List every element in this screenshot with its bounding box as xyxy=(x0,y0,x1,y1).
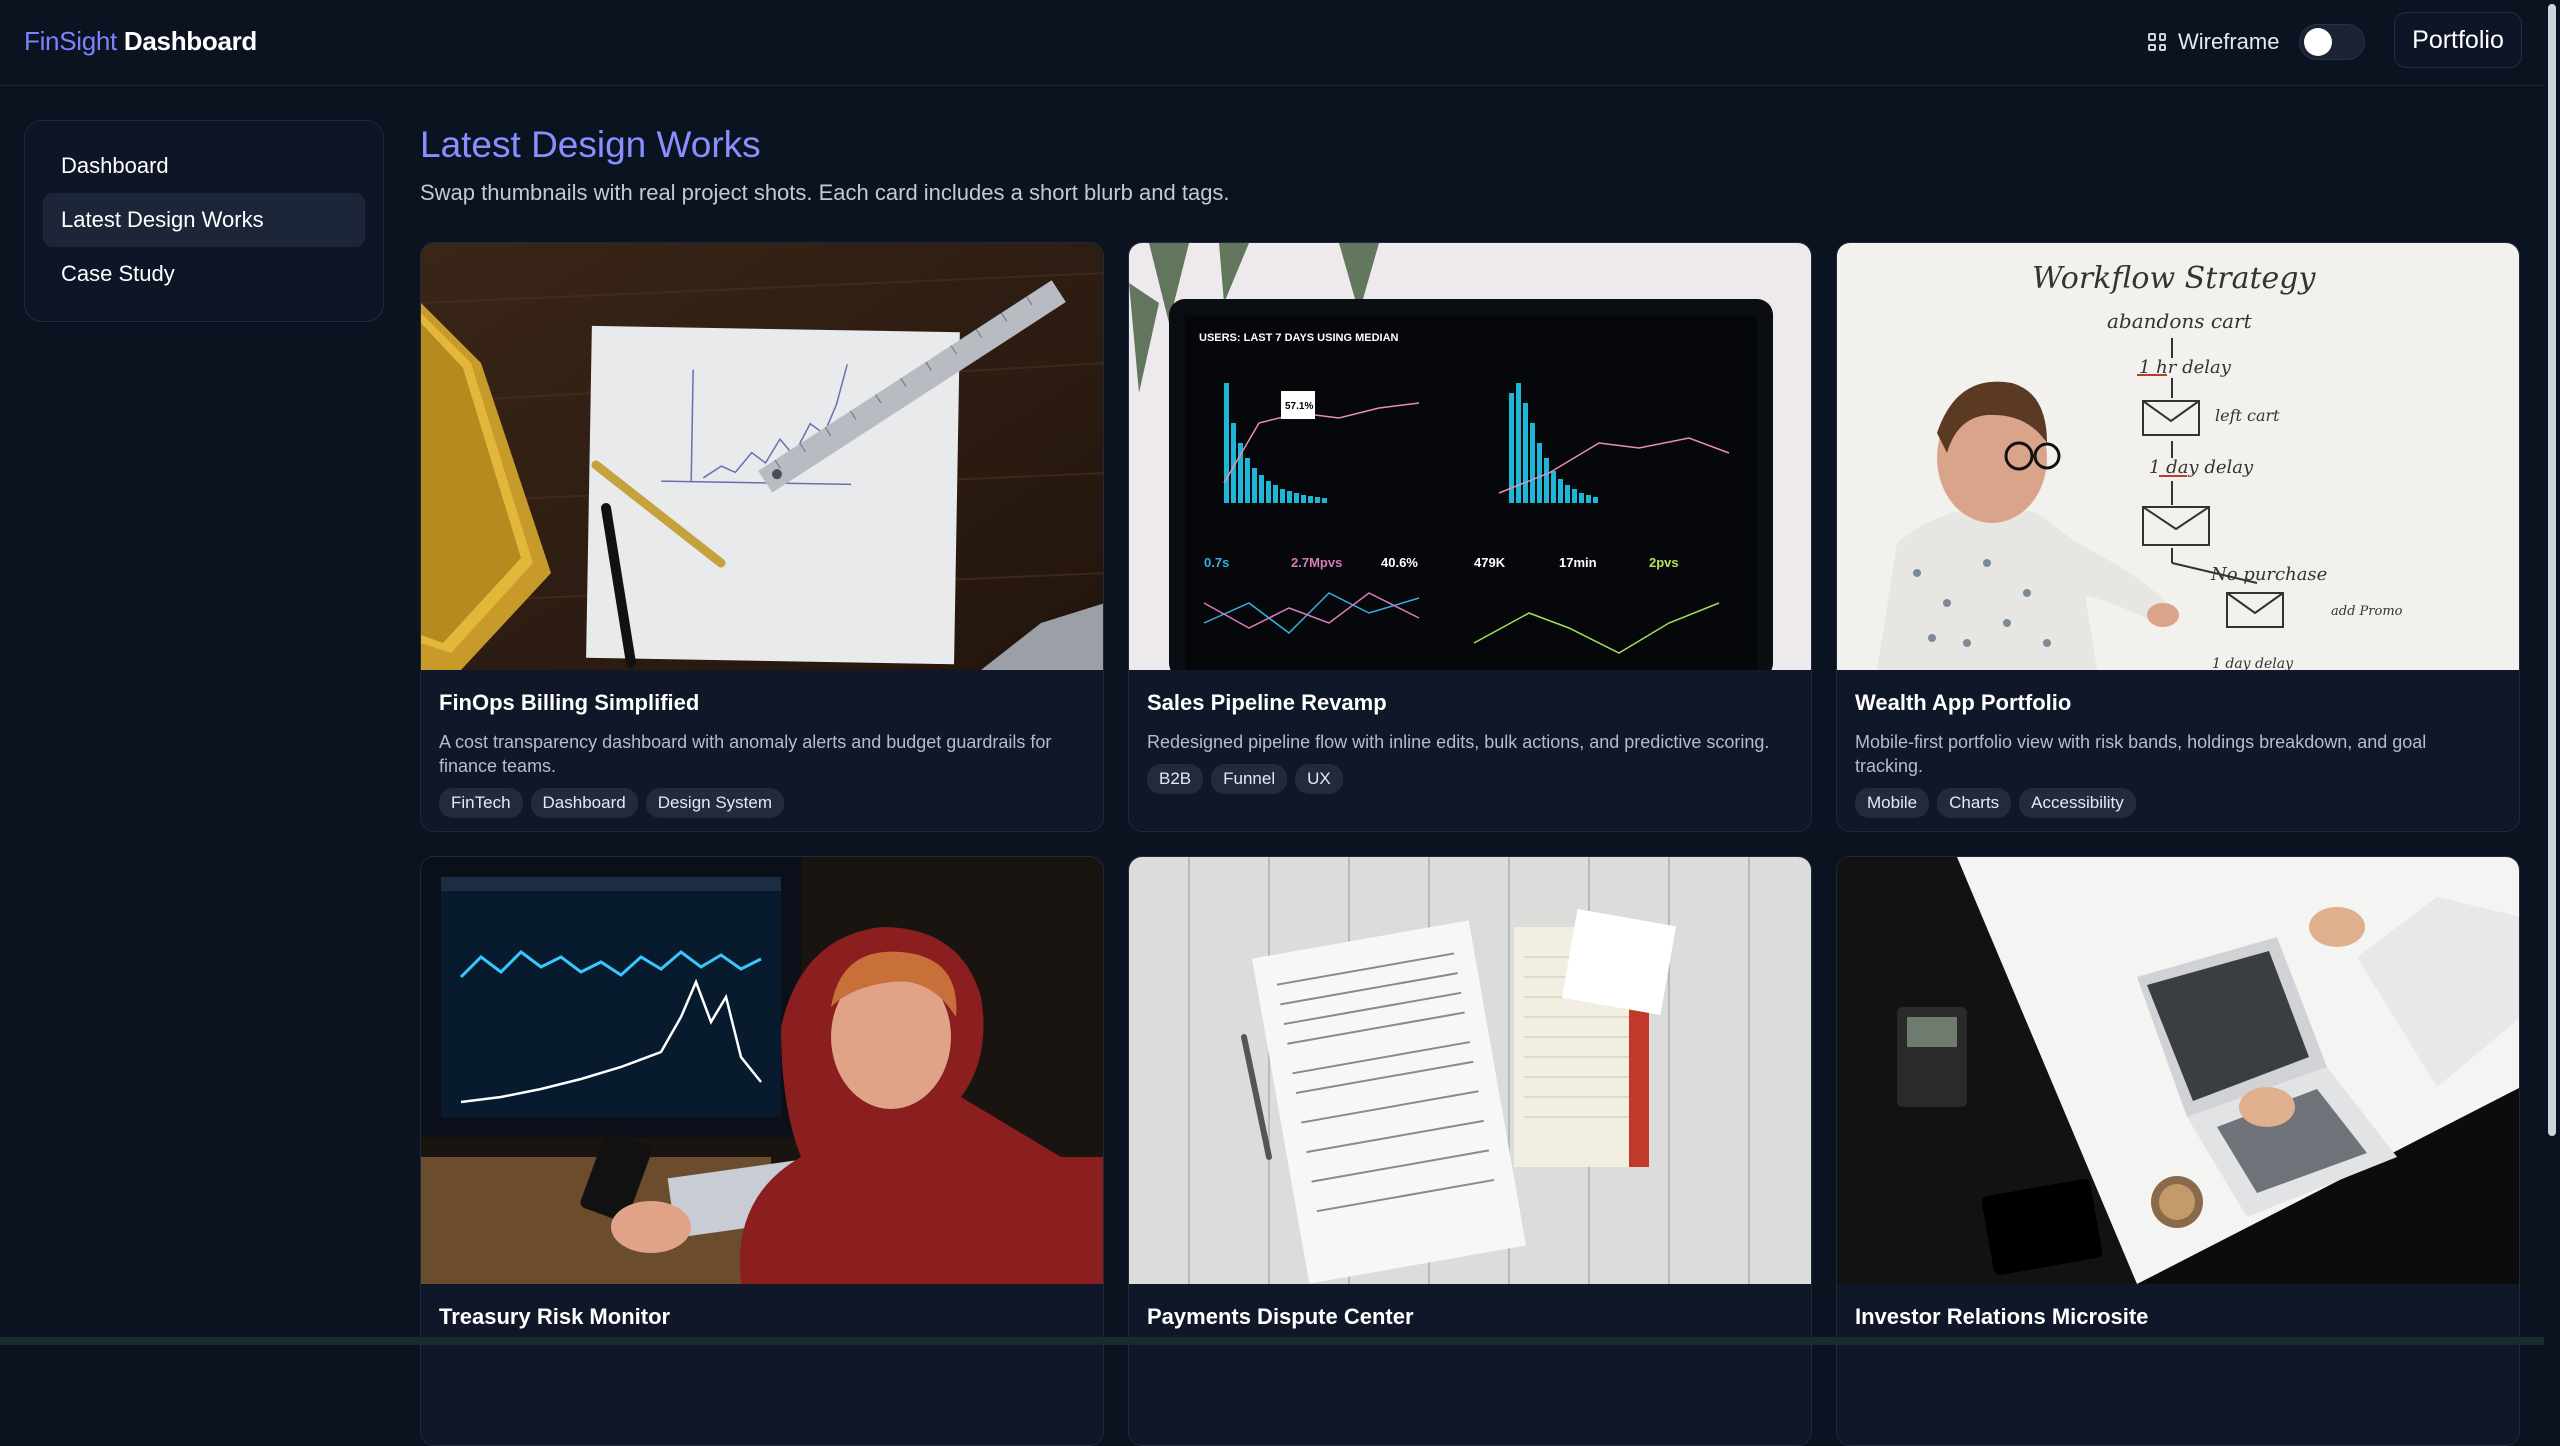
card-title: Payments Dispute Center xyxy=(1147,1304,1414,1329)
bottom-border xyxy=(0,1337,2544,1345)
tag[interactable]: Charts xyxy=(1937,788,2012,818)
sales-thumb-metric: 17min xyxy=(1559,555,1597,570)
whiteboard-line: add Promo xyxy=(2331,604,2403,619)
scrollbar[interactable] xyxy=(2544,0,2560,1345)
sales-thumb-callout: 57.1% xyxy=(1285,401,1313,412)
sidebar-item-dashboard[interactable]: Dashboard xyxy=(43,139,365,193)
sidebar-item-case-study[interactable]: Case Study xyxy=(43,247,365,301)
whiteboard-line: No purchase xyxy=(2210,564,2327,585)
card-description: Redesigned pipeline flow with inline edi… xyxy=(1147,732,1770,752)
design-works-grid: FinOps Billing Simplified A cost transpa… xyxy=(420,242,2520,1446)
sidebar: Dashboard Latest Design Works Case Study xyxy=(24,120,384,322)
work-card[interactable]: Investor Relations Microsite xyxy=(1836,856,2520,1446)
card-tags: FinTech Dashboard Design System xyxy=(439,788,1085,818)
whiteboard-line: Workflow Strategy xyxy=(2032,261,2317,296)
card-title: Treasury Risk Monitor xyxy=(439,1304,671,1329)
whiteboard-line: left cart xyxy=(2215,406,2280,425)
brand-rest: Dashboard xyxy=(116,26,258,56)
grid-icon xyxy=(2148,33,2166,51)
analytics-monitor-photo: USERS: LAST 7 DAYS USING MEDIAN 57.1% 0.… xyxy=(1129,243,1811,670)
card-title: Sales Pipeline Revamp xyxy=(1147,690,1387,715)
work-card[interactable]: Treasury Risk Monitor xyxy=(420,856,1104,1446)
wireframe-label: Wireframe xyxy=(2178,29,2280,54)
trader-monitor-photo xyxy=(421,857,1103,1284)
work-card[interactable]: USERS: LAST 7 DAYS USING MEDIAN 57.1% 0.… xyxy=(1128,242,1812,832)
tag[interactable]: Accessibility xyxy=(2019,788,2136,818)
work-card[interactable]: Payments Dispute Center xyxy=(1128,856,1812,1446)
sales-thumb-metric: 2.7Mpvs xyxy=(1291,555,1342,570)
brand-accent: FinSight xyxy=(24,26,117,56)
card-thumbnail: USERS: LAST 7 DAYS USING MEDIAN 57.1% 0.… xyxy=(1129,243,1811,670)
brand-logo[interactable]: FinSight Dashboard xyxy=(24,26,257,57)
whiteboard-line: 1 day delay xyxy=(2149,457,2254,478)
card-description: Mobile-first portfolio view with risk ba… xyxy=(1855,732,2427,776)
portfolio-button[interactable]: Portfolio xyxy=(2394,12,2522,68)
work-card[interactable]: Workflow Strategy abandons cart 1 hr del… xyxy=(1836,242,2520,832)
tag[interactable]: B2B xyxy=(1147,764,1204,794)
tag[interactable]: FinTech xyxy=(439,788,523,818)
sales-thumb-metric: 2pvs xyxy=(1649,555,1679,570)
wireframe-toggle[interactable] xyxy=(2299,24,2366,60)
sidebar-item-latest-design-works[interactable]: Latest Design Works xyxy=(43,193,365,247)
sales-thumb-metric: 0.7s xyxy=(1204,555,1229,570)
tag[interactable]: Dashboard xyxy=(530,788,638,818)
card-thumbnail xyxy=(1837,857,2519,1284)
card-thumbnail: Workflow Strategy abandons cart 1 hr del… xyxy=(1837,243,2519,670)
card-title: Wealth App Portfolio xyxy=(1855,690,2072,715)
sales-thumb-metric: 479K xyxy=(1474,555,1506,570)
whiteboard-line: 1 day delay xyxy=(2212,656,2294,670)
tag[interactable]: UX xyxy=(1295,764,1343,794)
scrollbar-thumb[interactable] xyxy=(2548,4,2556,1136)
tag[interactable]: Funnel xyxy=(1211,764,1288,794)
laptop-desk-photo xyxy=(1837,857,2519,1284)
top-bar: FinSight Dashboard Wireframe Portfolio xyxy=(0,0,2544,86)
paperwork-photo xyxy=(1129,857,1811,1284)
card-tags: B2B Funnel UX xyxy=(1147,764,1793,794)
whiteboard-line: abandons cart xyxy=(2107,309,2253,333)
desk-chart-photo xyxy=(421,243,1103,670)
card-tags: Mobile Charts Accessibility xyxy=(1855,788,2501,818)
card-thumbnail xyxy=(421,243,1103,670)
card-title: Investor Relations Microsite xyxy=(1855,1304,2149,1329)
card-thumbnail xyxy=(421,857,1103,1284)
work-card[interactable]: FinOps Billing Simplified A cost transpa… xyxy=(420,242,1104,832)
sales-thumb-metric: 40.6% xyxy=(1381,555,1418,570)
page-title: Latest Design Works xyxy=(420,124,761,165)
card-description: A cost transparency dashboard with anoma… xyxy=(439,732,1052,776)
card-thumbnail xyxy=(1129,857,1811,1284)
tag[interactable]: Mobile xyxy=(1855,788,1930,818)
whiteboard-workflow-photo: Workflow Strategy abandons cart 1 hr del… xyxy=(1837,243,2519,670)
sales-thumb-header: USERS: LAST 7 DAYS USING MEDIAN xyxy=(1199,332,1399,344)
wireframe-toggle-group: Wireframe xyxy=(2148,20,2366,64)
card-title: FinOps Billing Simplified xyxy=(439,690,700,715)
toggle-knob xyxy=(2304,28,2333,56)
tag[interactable]: Design System xyxy=(645,788,785,818)
page-subtitle: Swap thumbnails with real project shots.… xyxy=(420,180,1230,205)
